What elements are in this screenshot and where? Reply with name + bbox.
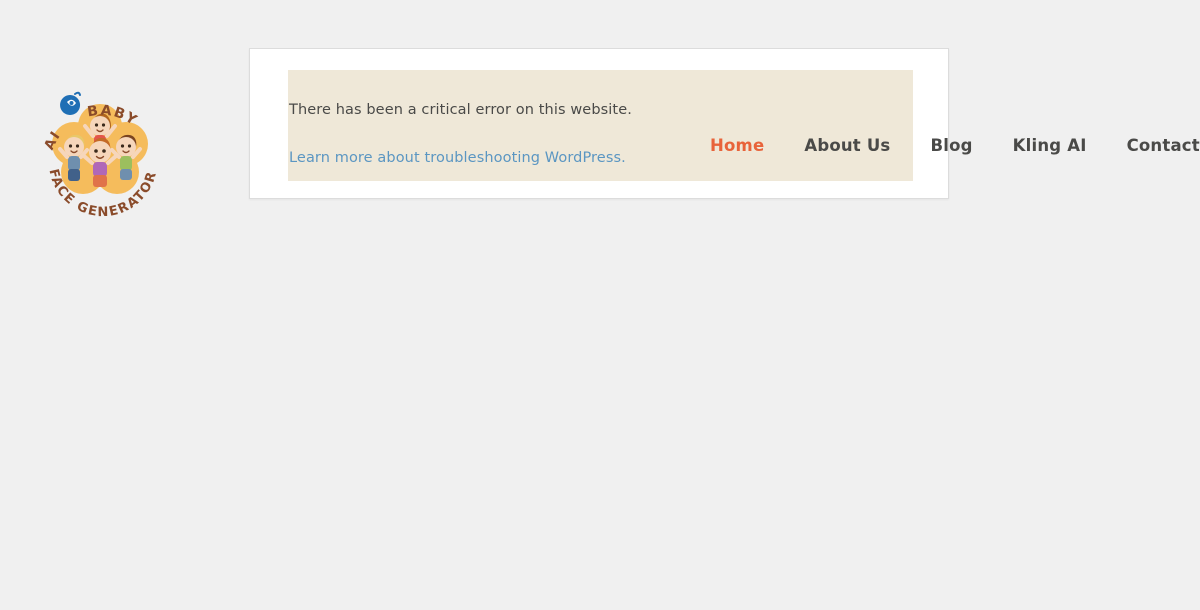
nav-item-home[interactable]: Home (690, 131, 784, 161)
critical-error-message: There has been a critical error on this … (289, 102, 632, 118)
troubleshooting-wordpress-link[interactable]: Learn more about troubleshooting WordPre… (289, 150, 626, 166)
critical-error-card: There has been a critical error on this … (249, 48, 949, 199)
ai-droplet-icon (60, 91, 81, 115)
nav-item-kling-ai[interactable]: Kling AI (993, 131, 1107, 161)
nav-item-contact[interactable]: Contact (1107, 131, 1200, 161)
critical-error-panel: There has been a critical error on this … (288, 70, 913, 181)
nav-item-blog[interactable]: Blog (910, 131, 992, 161)
primary-navigation: Home About Us Blog Kling AI Contact (690, 131, 1200, 161)
nav-item-about-us[interactable]: About Us (784, 131, 910, 161)
site-logo[interactable]: AI BABY FACE GENERATOR (33, 84, 168, 219)
logo-graphic: AI BABY FACE GENERATOR (41, 91, 159, 219)
